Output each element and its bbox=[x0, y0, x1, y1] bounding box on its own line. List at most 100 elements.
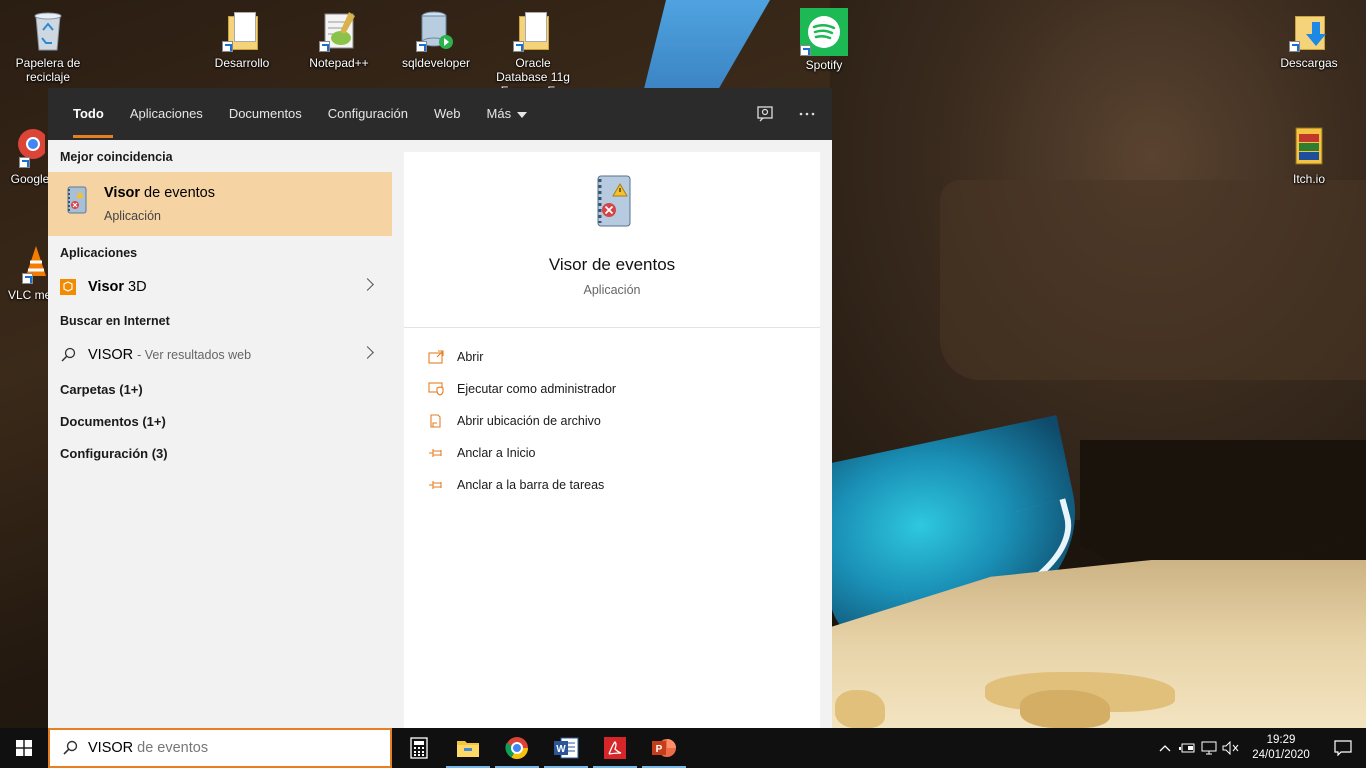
taskbar-acrobat[interactable] bbox=[591, 728, 639, 768]
action-label: Ejecutar como administrador bbox=[457, 382, 617, 396]
web-result-query: VISOR bbox=[88, 347, 134, 363]
battery-icon[interactable] bbox=[1176, 728, 1198, 768]
action-label: Anclar a la barra de tareas bbox=[457, 478, 605, 492]
more-options-icon[interactable] bbox=[796, 103, 818, 125]
best-match-item[interactable]: Visor de eventos Aplicación bbox=[48, 172, 392, 236]
action-anclar-barra[interactable]: Anclar a la barra de tareas bbox=[428, 474, 604, 496]
app-result-visor-3d[interactable]: Visor 3D bbox=[48, 270, 392, 304]
search-icon bbox=[60, 347, 76, 363]
detail-title: Visor de eventos bbox=[548, 255, 676, 274]
section-best-match: Mejor coincidencia bbox=[60, 150, 173, 164]
action-label: Abrir ubicación de archivo bbox=[457, 414, 601, 428]
tab-todo[interactable]: Todo bbox=[60, 88, 117, 140]
search-icon bbox=[63, 740, 78, 755]
open-icon bbox=[428, 350, 444, 364]
notifications-icon[interactable] bbox=[1320, 728, 1366, 768]
desktop-icon-desarrollo[interactable]: Desarrollo bbox=[202, 8, 282, 70]
detail-pane: Visor de eventos Aplicación Abrir Ejecut… bbox=[404, 152, 820, 728]
admin-shield-icon bbox=[428, 382, 444, 396]
tab-configuracion[interactable]: Configuración bbox=[315, 88, 421, 140]
app-result-rest: 3D bbox=[124, 279, 147, 295]
search-autocomplete-hint: de eventos bbox=[137, 740, 209, 756]
taskbar-search-box[interactable]: VISOR de eventos bbox=[48, 728, 392, 768]
3d-viewer-icon bbox=[60, 279, 76, 295]
windows-logo-icon bbox=[16, 740, 32, 756]
taskbar-word[interactable]: W bbox=[542, 728, 590, 768]
taskbar-calculator[interactable] bbox=[395, 728, 443, 768]
category-documentos[interactable]: Documentos (1+) bbox=[60, 414, 166, 429]
tab-aplicaciones[interactable]: Aplicaciones bbox=[117, 88, 216, 140]
category-carpetas[interactable]: Carpetas (1+) bbox=[60, 382, 143, 397]
system-tray: 19:29 24/01/2020 bbox=[1154, 728, 1366, 768]
chrome-icon bbox=[5, 124, 48, 168]
chevron-up-icon[interactable] bbox=[1154, 728, 1176, 768]
recycle-bin-icon bbox=[28, 8, 68, 52]
clock-date: 24/01/2020 bbox=[1252, 749, 1310, 761]
action-abrir[interactable]: Abrir bbox=[428, 346, 483, 368]
desktop-icon-oracle-database[interactable]: Oracle Database 11g Express E... bbox=[490, 8, 576, 98]
chevron-right-icon[interactable] bbox=[361, 346, 374, 359]
action-label: Abrir bbox=[457, 350, 484, 364]
best-match-title-rest: de eventos bbox=[140, 185, 215, 201]
pin-icon bbox=[428, 446, 444, 460]
chrome-icon bbox=[505, 737, 528, 759]
spotify-icon bbox=[800, 8, 848, 56]
svg-text:W: W bbox=[556, 744, 566, 755]
desktop-icon-sqldeveloper[interactable]: sqldeveloper bbox=[396, 8, 476, 70]
results-list: Mejor coincidencia Visor de eventos Apli… bbox=[48, 140, 392, 728]
desktop-icon-itch-io[interactable]: Itch.io bbox=[1269, 124, 1349, 186]
folder-icon bbox=[513, 8, 553, 52]
app-result-bold: Visor bbox=[88, 279, 125, 295]
notepad-plus-plus-icon bbox=[319, 8, 359, 52]
best-match-title-bold: Visor bbox=[104, 185, 141, 201]
action-label: Anclar a Inicio bbox=[457, 446, 536, 460]
desktop-icon-spotify[interactable]: Spotify bbox=[784, 8, 864, 72]
search-panel: Todo Aplicaciones Documentos Configuraci… bbox=[48, 88, 832, 728]
event-viewer-icon bbox=[64, 185, 90, 215]
best-match-subtitle: Aplicación bbox=[104, 209, 161, 223]
tab-mas-label: Más bbox=[486, 106, 512, 121]
web-result-hint: - Ver resultados web bbox=[137, 348, 252, 362]
taskbar-powerpoint[interactable]: P bbox=[640, 728, 688, 768]
desktop-icon-recycle-bin[interactable]: Papelera de reciclaje bbox=[8, 8, 88, 84]
tab-web[interactable]: Web bbox=[421, 88, 474, 140]
action-ejecutar-admin[interactable]: Ejecutar como administrador bbox=[428, 378, 616, 400]
svg-text:P: P bbox=[656, 744, 663, 755]
category-configuracion[interactable]: Configuración (3) bbox=[60, 446, 168, 461]
calculator-icon bbox=[410, 737, 428, 759]
winrar-icon bbox=[1289, 124, 1329, 168]
file-location-icon bbox=[428, 414, 444, 428]
sqldeveloper-icon bbox=[416, 8, 456, 52]
search-tabs: Todo Aplicaciones Documentos Configuraci… bbox=[48, 88, 832, 140]
volume-muted-icon[interactable] bbox=[1220, 728, 1242, 768]
desktop-icon-notepad-plus-plus[interactable]: Notepad++ bbox=[299, 8, 379, 70]
chevron-right-icon[interactable] bbox=[361, 278, 374, 291]
event-viewer-icon bbox=[592, 174, 634, 230]
chevron-down-icon bbox=[517, 111, 528, 118]
start-button[interactable] bbox=[0, 728, 48, 768]
search-typed-text: VISOR bbox=[88, 740, 134, 756]
section-apps: Aplicaciones bbox=[60, 246, 138, 260]
pin-icon bbox=[428, 478, 444, 492]
vlc-icon bbox=[8, 240, 48, 284]
action-abrir-ubicacion[interactable]: Abrir ubicación de archivo bbox=[428, 410, 601, 432]
clock-time: 19:29 bbox=[1266, 734, 1296, 746]
powerpoint-icon: P bbox=[652, 739, 676, 757]
word-icon: W bbox=[554, 737, 579, 759]
downloads-folder-icon bbox=[1289, 8, 1329, 52]
section-web: Buscar en Internet bbox=[60, 314, 170, 328]
acrobat-icon bbox=[604, 737, 626, 759]
file-explorer-icon bbox=[457, 741, 479, 757]
taskbar: VISOR de eventos W P 19:29 24/01/2020 bbox=[0, 728, 1366, 768]
taskbar-chrome[interactable] bbox=[493, 728, 541, 768]
action-anclar-inicio[interactable]: Anclar a Inicio bbox=[428, 442, 536, 464]
tab-mas[interactable]: Más bbox=[474, 88, 541, 140]
network-icon[interactable] bbox=[1198, 728, 1220, 768]
desktop-icon-descargas[interactable]: Descargas bbox=[1269, 8, 1349, 70]
clock[interactable]: 19:29 24/01/2020 bbox=[1242, 733, 1320, 763]
taskbar-file-explorer[interactable] bbox=[444, 728, 492, 768]
web-result[interactable]: VISOR - Ver resultados web bbox=[48, 338, 392, 372]
feedback-icon[interactable] bbox=[754, 103, 776, 125]
detail-subtitle: Aplicación bbox=[583, 283, 641, 297]
tab-documentos[interactable]: Documentos bbox=[216, 88, 315, 140]
